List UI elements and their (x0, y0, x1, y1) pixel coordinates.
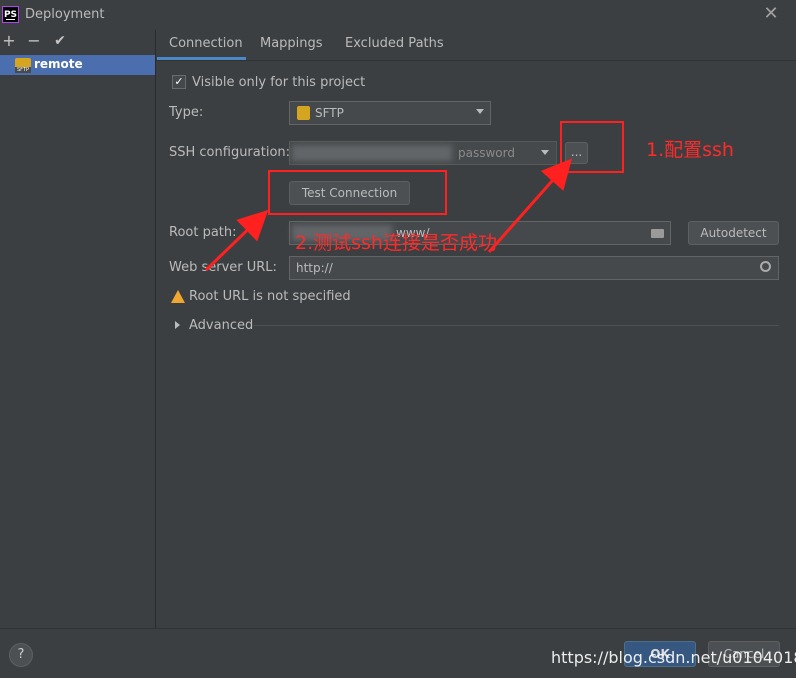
watermark-url: https://blog.csdn.net/u010401880 (551, 648, 796, 667)
annotation-arrow-step2 (204, 209, 269, 272)
annotation-arrows (204, 158, 572, 272)
annotation-arrow-step1 (487, 158, 572, 253)
help-button[interactable]: ? (9, 643, 33, 667)
